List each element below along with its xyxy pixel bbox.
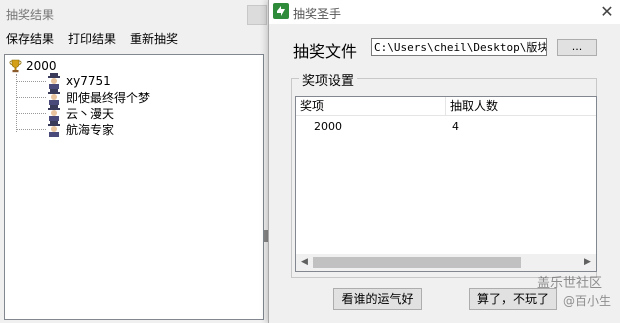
tree-child-node[interactable]: 航海专家 — [47, 121, 114, 137]
dialog-title: 抽奖圣手 — [293, 7, 342, 21]
close-icon[interactable]: ✕ — [595, 0, 619, 24]
file-path-input[interactable]: C:\Users\cheil\Desktop\版块活 — [371, 38, 547, 56]
tree-child-label: 云丶漫天 — [66, 106, 115, 121]
watermark-site: 盖乐世社区 — [537, 276, 603, 291]
tree-branch-line — [16, 81, 46, 82]
results-menubar: 保存结果 打印结果 重新抽奖 — [0, 28, 270, 48]
lottery-dialog: 抽奖圣手 ✕ 抽奖文件 C:\Users\cheil\Desktop\版块活 .… — [268, 0, 620, 323]
tree-root-label: 2000 — [26, 59, 57, 73]
results-window-control-button[interactable] — [247, 5, 267, 25]
user-icon — [48, 89, 60, 105]
results-titlebar: 抽奖结果 — [0, 0, 270, 26]
user-icon — [48, 73, 60, 89]
tree-child-node[interactable]: 云丶漫天 — [47, 105, 114, 121]
tree-connector — [16, 74, 17, 132]
scroll-left-icon[interactable]: ◀ — [296, 254, 313, 271]
tree-child-label: 航海专家 — [66, 122, 115, 137]
cell-count: 4 — [452, 120, 459, 133]
trophy-icon — [9, 59, 22, 73]
watermark-author: @百小生 — [563, 294, 612, 308]
draw-button[interactable]: 看谁的运气好 — [333, 288, 422, 310]
tree-child-node[interactable]: 即使最终得个梦 — [47, 89, 150, 105]
menu-redraw[interactable]: 重新抽奖 — [130, 30, 178, 47]
menu-print-results[interactable]: 打印结果 — [68, 30, 116, 47]
group-title: 奖项设置 — [299, 70, 358, 89]
menu-save-results[interactable]: 保存结果 — [6, 30, 54, 47]
file-label: 抽奖文件 — [293, 42, 358, 61]
tree-child-label: 即使最终得个梦 — [66, 90, 151, 105]
tree-root-node[interactable]: 2000 — [9, 58, 57, 74]
scroll-right-icon[interactable]: ▶ — [579, 254, 596, 271]
quit-button[interactable]: 算了，不玩了 — [469, 288, 557, 310]
results-window-title: 抽奖结果 — [6, 8, 55, 22]
cell-prize: 2000 — [314, 120, 342, 133]
horizontal-scrollbar[interactable]: ◀ ▶ — [296, 254, 596, 271]
results-tree[interactable]: 2000 xy7751 即使最终得个梦 云丶漫天 航海专家 — [4, 54, 264, 320]
prize-list[interactable]: 奖项 抽取人数 2000 4 ◀ ▶ — [295, 96, 597, 272]
tree-branch-line — [16, 129, 46, 130]
tree-child-node[interactable]: xy7751 — [47, 73, 111, 89]
user-icon — [48, 121, 60, 137]
tree-branch-line — [16, 97, 46, 98]
browse-button[interactable]: ... — [557, 39, 597, 56]
tree-child-label: xy7751 — [66, 74, 111, 88]
list-header: 奖项 抽取人数 — [296, 97, 596, 116]
user-icon — [48, 105, 60, 121]
column-header-prize[interactable]: 奖项 — [296, 97, 446, 115]
column-header-count[interactable]: 抽取人数 — [446, 97, 596, 115]
list-row[interactable]: 2000 4 — [296, 119, 596, 135]
scrollbar-thumb[interactable] — [313, 257, 521, 268]
dialog-titlebar: 抽奖圣手 ✕ — [269, 0, 620, 24]
results-window: 抽奖结果 保存结果 打印结果 重新抽奖 2000 xy7751 即使最终得个梦 … — [0, 0, 270, 323]
tree-branch-line — [16, 113, 46, 114]
app-icon — [273, 3, 289, 19]
